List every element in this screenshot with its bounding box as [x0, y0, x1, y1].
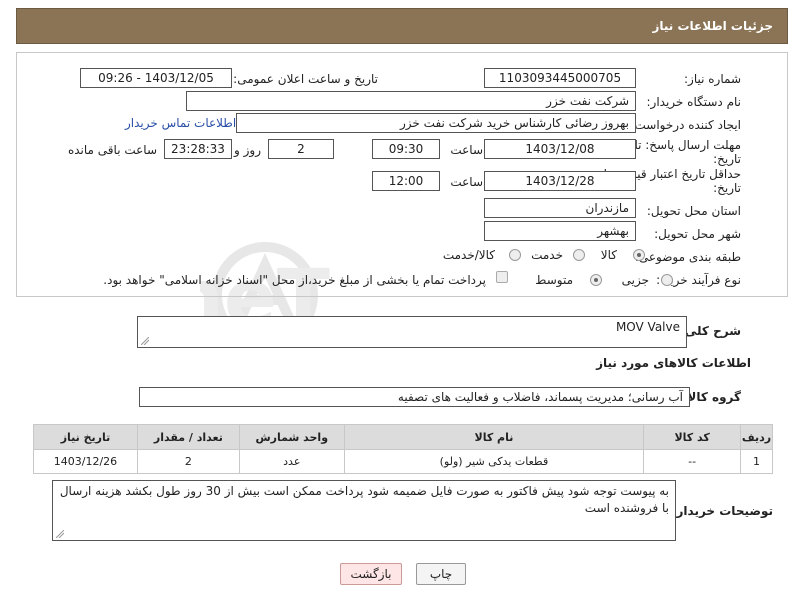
- province-label: استان محل تحویل:: [646, 204, 741, 218]
- reply-date-field: 1403/12/08: [484, 139, 636, 159]
- validity-time-label: ساعت: [450, 175, 483, 189]
- category-label: طبقه بندی موضوعی:: [634, 250, 741, 264]
- announce-field: 1403/12/05 - 09:26: [80, 68, 232, 88]
- col-date-header: تاریخ نیاز: [33, 424, 138, 450]
- col-row-header: ردیف: [740, 424, 773, 450]
- cell-date: 1403/12/26: [33, 449, 138, 474]
- category-goods-label: کالا: [600, 248, 617, 262]
- cell-qty: 2: [136, 449, 240, 474]
- page-title: جزئیات اطلاعات نیاز: [652, 19, 773, 33]
- description-value: MOV Valve: [615, 320, 680, 334]
- reply-time-label: ساعت: [450, 143, 483, 157]
- category-both-label: کالا/خدمت: [442, 248, 495, 262]
- province-field: مازندران: [484, 198, 636, 218]
- process-partial-radio[interactable]: [661, 274, 673, 286]
- need-number-label: شماره نیاز:: [684, 72, 741, 86]
- goods-group-field: آب رسانی؛ مدیریت پسماند، فاضلاب و فعالیت…: [139, 387, 690, 407]
- creator-field: بهروز رضائی کارشناس خرید شرکت نفت خزر: [236, 113, 636, 133]
- goods-group-label: گروه کالا:: [682, 390, 741, 404]
- category-goods-radio[interactable]: [633, 249, 645, 261]
- col-name-header: نام کالا: [343, 424, 645, 450]
- category-service-label: خدمت: [531, 248, 563, 262]
- remaining-label: ساعت باقی مانده: [67, 143, 157, 157]
- cell-code: --: [643, 449, 742, 474]
- items-table: ردیف کد کالا نام کالا واحد شمارش تعداد /…: [33, 424, 773, 474]
- col-unit-header: واحد شمارش: [238, 424, 345, 450]
- resize-grip-icon: [141, 337, 149, 345]
- category-service-radio[interactable]: [573, 249, 585, 261]
- cell-unit: عدد: [238, 449, 345, 474]
- validity-time-field: 12:00: [372, 171, 440, 191]
- buyer-notes-label: توضیحات خریدار:: [671, 504, 773, 518]
- col-code-header: کد کالا: [643, 424, 742, 450]
- print-button[interactable]: چاپ: [416, 563, 466, 585]
- reply-deadline-label: مهلت ارسال پاسخ: تا: [634, 138, 741, 152]
- need-number-field: 1103093445000705: [484, 68, 636, 88]
- table-header-row: ردیف کد کالا نام کالا واحد شمارش تعداد /…: [33, 424, 773, 450]
- buyer-org-field: شرکت نفت خزر: [186, 91, 636, 111]
- resize-grip-icon: [56, 530, 64, 538]
- category-both-radio[interactable]: [509, 249, 521, 261]
- remaining-time-field: 23:28:33: [164, 139, 232, 159]
- process-medium-label: متوسط: [535, 273, 573, 287]
- creator-label: ایجاد کننده درخواست:: [630, 118, 741, 132]
- buyer-contact-link[interactable]: اطلاعات تماس خریدار: [125, 116, 236, 130]
- goods-info-title: اطلاعات کالاهای مورد نیاز: [596, 356, 751, 370]
- treasury-payment-note: پرداخت تمام یا بخشی از مبلغ خرید،از محل …: [103, 273, 486, 287]
- cell-row: 1: [740, 449, 773, 474]
- city-field: بهشهر: [484, 221, 636, 241]
- buyer-notes-value: به پیوست توجه شود پیش فاکتور به صورت فای…: [59, 484, 669, 515]
- days-label: روز و: [234, 143, 261, 157]
- description-field: MOV Valve: [137, 316, 687, 348]
- announce-label: تاریخ و ساعت اعلان عمومی:: [233, 72, 378, 86]
- table-row: 1 -- قطعات یدکی شیر (ولو) عدد 2 1403/12/…: [33, 449, 773, 474]
- treasury-payment-checkbox[interactable]: [496, 271, 508, 283]
- cell-name: قطعات یدکی شیر (ولو): [343, 449, 645, 474]
- reply-deadline-label-date: تاریخ:: [713, 152, 741, 166]
- reply-time-field: 09:30: [372, 139, 440, 159]
- page-header: جزئیات اطلاعات نیاز: [16, 8, 788, 44]
- buyer-notes-field: به پیوست توجه شود پیش فاکتور به صورت فای…: [52, 480, 676, 541]
- back-button[interactable]: بازگشت: [340, 563, 402, 585]
- process-medium-radio[interactable]: [590, 274, 602, 286]
- validity-label-date: تاریخ:: [713, 181, 741, 195]
- buyer-org-label: نام دستگاه خریدار:: [646, 95, 742, 109]
- days-field: 2: [268, 139, 334, 159]
- validity-date-field: 1403/12/28: [484, 171, 636, 191]
- col-qty-header: تعداد / مقدار: [136, 424, 240, 450]
- city-label: شهر محل تحویل:: [654, 227, 741, 241]
- process-partial-label: جزیی: [621, 273, 649, 287]
